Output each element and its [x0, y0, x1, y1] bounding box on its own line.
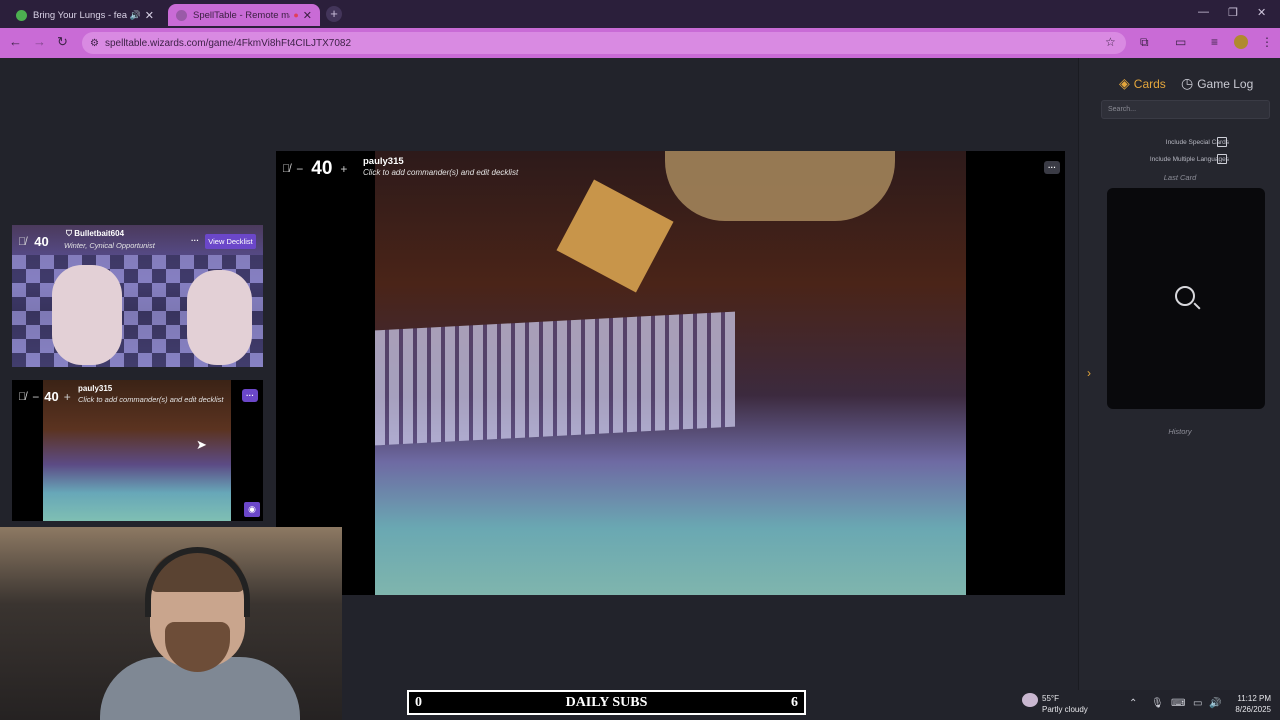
clock-time: 11:12 PM	[1237, 694, 1271, 703]
mouse-cursor-icon: ➤	[196, 437, 207, 452]
player1-options-button[interactable]: ···	[188, 235, 202, 247]
site-favicon-icon	[16, 9, 27, 21]
taskbar-clock[interactable]: 11:12 PM 8/26/2025	[1223, 693, 1271, 715]
speaker-icon[interactable]: 🔊	[130, 10, 141, 21]
video-hand	[187, 270, 252, 365]
tab-title: SpellTable - Remote magic	[193, 9, 290, 21]
life-total[interactable]: 40	[44, 389, 58, 404]
restore-icon[interactable]: ❐	[1228, 6, 1238, 19]
new-tab-button[interactable]: +	[326, 6, 342, 22]
view-decklist-button[interactable]: View Decklist	[205, 234, 256, 249]
player1-life-controls: 🎙̸ 40	[18, 234, 49, 249]
history-label[interactable]: History	[1079, 427, 1280, 436]
close-tab-icon[interactable]: ✕	[145, 9, 154, 22]
commander-name: Winter, Cynical Opportunist	[64, 241, 155, 250]
tab-title: Bring Your Lungs - feat. Sm	[33, 9, 127, 21]
browser-tab-strip: Bring Your Lungs - feat. Sm 🔊 ✕ SpellTab…	[0, 0, 1280, 28]
weather-icon[interactable]	[1022, 693, 1038, 707]
mic-muted-icon[interactable]: 🎙̸	[18, 391, 26, 403]
decrease-life-button[interactable]: −	[32, 390, 39, 404]
increase-life-button[interactable]: +	[340, 162, 347, 176]
back-icon[interactable]: ←	[9, 34, 22, 49]
video-hand	[665, 151, 895, 221]
include-special-cards-checkbox[interactable]	[1217, 137, 1227, 147]
life-total[interactable]: 40	[34, 234, 48, 249]
daily-subs-label: DAILY SUBS	[565, 695, 648, 710]
mic-muted-icon[interactable]: 🎙̸	[282, 163, 290, 175]
browser-toolbar: ← → ↻ ⚙ spelltable.wizards.com/game/4Fkm…	[0, 28, 1280, 58]
player-name[interactable]: pauly315	[78, 384, 112, 393]
browser-tab-active[interactable]: SpellTable - Remote magic ● ✕	[168, 4, 320, 26]
include-special-cards-label: Include Special Cards	[1165, 139, 1229, 146]
webcam-headset	[145, 547, 250, 617]
increase-life-button[interactable]: +	[64, 390, 71, 404]
tab-game-log-label: Game Log	[1197, 76, 1254, 91]
eye-icon[interactable]: ◉	[244, 502, 260, 517]
minimize-icon[interactable]: —	[1198, 6, 1209, 18]
close-tab-icon[interactable]: ✕	[303, 9, 312, 22]
main-player-options-button[interactable]: ···	[1044, 161, 1060, 174]
main-player-video	[375, 151, 966, 595]
daily-subs-right-count: 6	[791, 695, 798, 710]
display-icon[interactable]: ▭	[1193, 698, 1202, 709]
volume-icon[interactable]: 🔊	[1209, 698, 1221, 709]
address-bar[interactable]: ⚙ spelltable.wizards.com/game/4FkmVi8hFt…	[82, 32, 1126, 54]
chevron-right-icon[interactable]: ›	[1087, 366, 1091, 380]
recording-dot-icon: ●	[293, 10, 299, 20]
clock-date: 8/26/2025	[1235, 705, 1271, 714]
chevron-up-icon[interactable]: ⌃	[1129, 698, 1137, 709]
reload-icon[interactable]: ↻	[57, 34, 68, 50]
browser-tab[interactable]: Bring Your Lungs - feat. Sm 🔊 ✕	[8, 4, 162, 26]
decrease-life-button[interactable]: −	[296, 162, 303, 176]
last-card-viewer[interactable]	[1107, 188, 1265, 409]
weather-widget[interactable]: 55°F Partly cloudy	[1042, 693, 1088, 715]
extensions-icon[interactable]: ⧉	[1140, 35, 1149, 50]
player-name[interactable]: ⛉ Bulletbait604	[66, 229, 124, 239]
video-hand	[52, 265, 122, 365]
cast-icon[interactable]: ▭	[1175, 35, 1186, 49]
player-name[interactable]: pauly315	[363, 156, 404, 167]
microphone-icon[interactable]: 🎙	[1151, 698, 1164, 709]
menu-kebab-icon[interactable]: ⋮	[1261, 35, 1273, 49]
mic-muted-icon[interactable]: 🎙̸	[18, 236, 26, 248]
card-search-input[interactable]: Search...	[1101, 100, 1270, 119]
last-card-label: Last Card	[1163, 173, 1197, 182]
url-text: spelltable.wizards.com/game/4FkmVi8hFt4C…	[104, 37, 352, 49]
player2-options-button[interactable]: ···	[242, 389, 258, 402]
layers-icon: ◈	[1119, 75, 1130, 91]
main-player-panel[interactable]	[276, 151, 1065, 595]
commander-hint[interactable]: Click to add commander(s) and edit deckl…	[363, 168, 518, 177]
site-info-icon[interactable]: ⚙	[90, 38, 99, 49]
daily-subs-left-count: 0	[415, 695, 422, 710]
site-favicon-icon	[176, 9, 187, 21]
tab-cards[interactable]: ◈ Cards	[1119, 75, 1166, 92]
streamer-webcam	[0, 527, 342, 720]
video-keyboard	[375, 311, 735, 446]
close-window-icon[interactable]: ✕	[1257, 6, 1266, 19]
video-card	[556, 179, 674, 293]
commander-hint[interactable]: Click to add commander(s) and edit deckl…	[78, 395, 223, 404]
weather-condition: Partly cloudy	[1042, 705, 1088, 714]
main-life-controls: 🎙̸ − 40 +	[282, 158, 347, 180]
forward-icon[interactable]: →	[33, 34, 46, 49]
player2-life-controls: 🎙̸ − 40 +	[18, 389, 71, 404]
tab-cards-label: Cards	[1133, 76, 1166, 91]
player-name-text: Bulletbait604	[74, 229, 125, 238]
include-multiple-languages-label: Include Multiple Languages	[1149, 156, 1229, 163]
keyboard-icon[interactable]: ⌨	[1171, 698, 1185, 709]
search-icon	[1175, 286, 1195, 306]
profile-avatar[interactable]	[1234, 35, 1248, 49]
bookmark-star-icon[interactable]: ☆	[1105, 35, 1116, 49]
media-controls-icon[interactable]: ≡	[1211, 35, 1218, 49]
card-sidebar: ◈ Cards ◷ Game Log Search... Include Spe…	[1078, 58, 1280, 690]
life-total[interactable]: 40	[311, 158, 332, 180]
tab-game-log[interactable]: ◷ Game Log	[1181, 75, 1253, 92]
daily-subs-bar: DAILY SUBS 0 6	[407, 690, 806, 715]
temperature: 55°F	[1042, 694, 1059, 703]
clock-icon: ◷	[1181, 75, 1194, 91]
include-multiple-languages-checkbox[interactable]	[1217, 154, 1227, 164]
